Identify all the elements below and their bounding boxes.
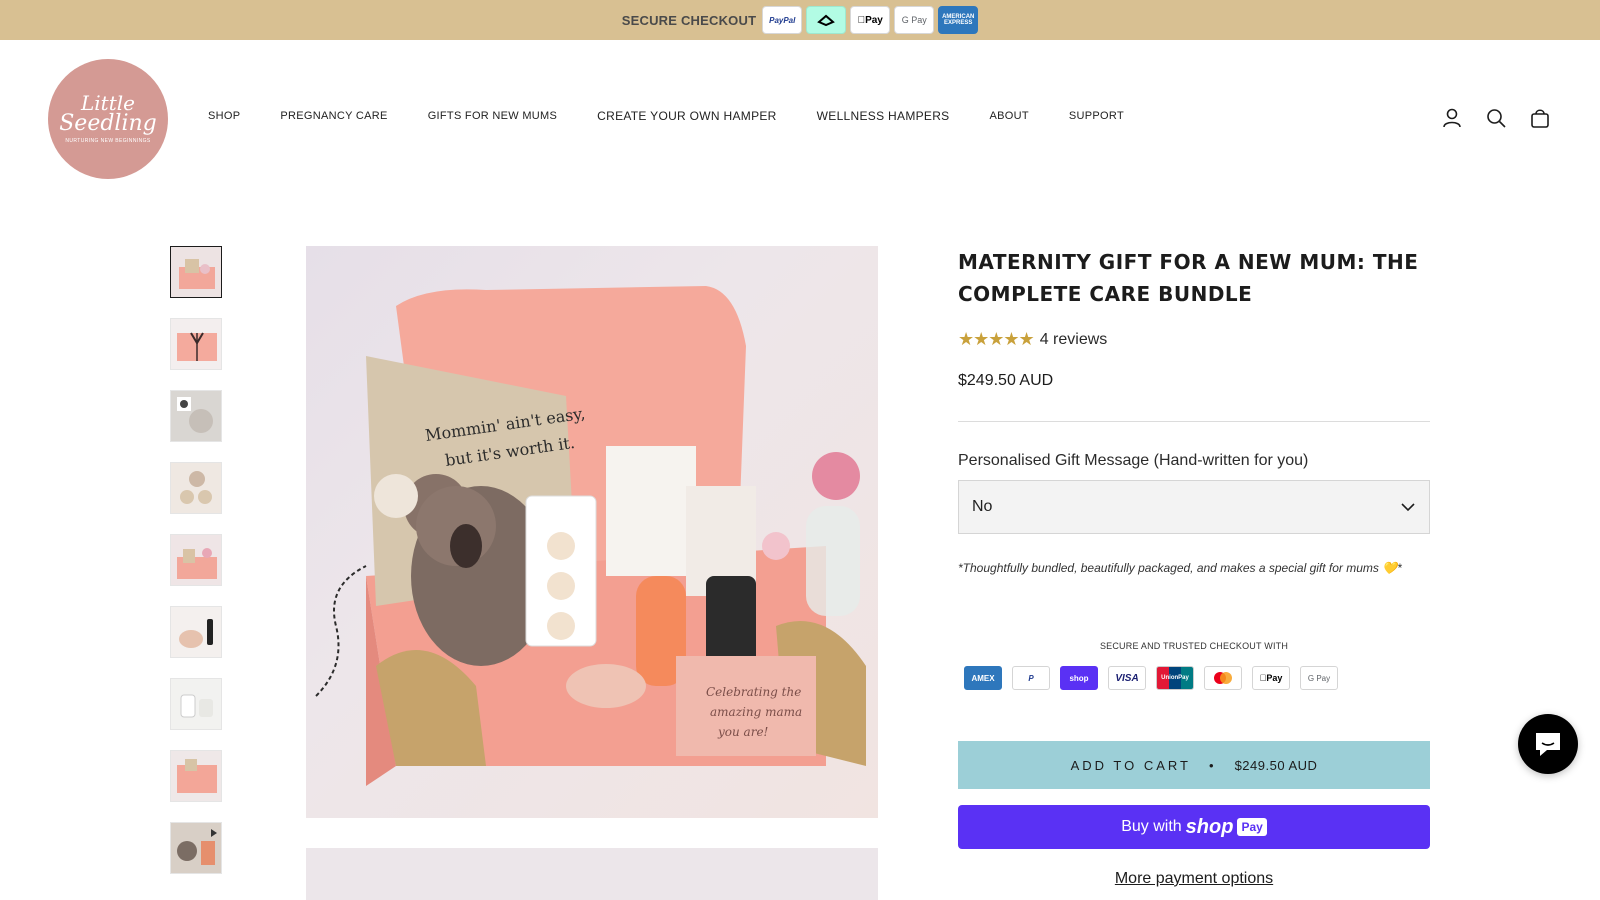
nav-item-pregnancy-care[interactable]: PREGNANCY CARE: [280, 110, 387, 122]
amex-icon: AMEX: [964, 666, 1002, 690]
shop-wordmark: shop: [1185, 815, 1234, 838]
add-to-cart-button[interactable]: ADD TO CART • $249.50 AUD: [958, 741, 1430, 789]
product-title: MATERNITY GIFT FOR A NEW MUM: THE COMPLE…: [958, 250, 1419, 306]
chat-widget-button[interactable]: [1518, 714, 1578, 774]
gift-message-value: No: [972, 498, 993, 515]
nav-item-wellness-hampers[interactable]: WELLNESS HAMPERS: [817, 109, 950, 123]
shop-pay-icon: shop: [1060, 666, 1098, 690]
add-to-cart-price: $249.50 AUD: [1234, 757, 1318, 773]
thumbnail-8[interactable]: [170, 750, 222, 802]
payment-icons: AMEX P shop VISA UnionPay Pay G Pay: [964, 666, 1338, 690]
apple-pay-badge: Pay: [850, 6, 891, 34]
apple-icon: : [858, 15, 866, 26]
product-second-image[interactable]: [306, 848, 878, 900]
afterpay-icon: [817, 14, 836, 27]
thumbnail-1[interactable]: [170, 246, 222, 298]
thumbnail-7[interactable]: [170, 678, 222, 730]
secure-checkout-label: SECURE CHECKOUT: [621, 12, 757, 28]
google-pay-badge: G Pay: [894, 6, 935, 34]
site-logo[interactable]: Little Seedling NURTURING NEW BEGINNINGS: [48, 59, 168, 179]
secure-checkout-bar: SECURE CHECKOUT PayPal Pay G Pay AMERIC…: [0, 0, 1600, 40]
nav-item-shop[interactable]: SHOP: [208, 110, 240, 122]
logo-tagline: NURTURING NEW BEGINNINGS: [65, 138, 151, 144]
add-to-cart-separator: •: [1209, 757, 1217, 773]
thumbnail-gallery: [170, 246, 226, 894]
nav-item-create-your-own-hamper[interactable]: CREATE YOUR OWN HAMPER: [597, 109, 777, 123]
apple-logo-icon: : [1260, 673, 1267, 683]
paypal-icon: P: [1012, 666, 1050, 690]
secure-checkout-title: SECURE AND TRUSTED CHECKOUT WITH: [1099, 641, 1289, 651]
cart-icon[interactable]: [1528, 106, 1552, 130]
account-icon[interactable]: [1440, 106, 1464, 130]
card-text-line3: you are!: [717, 725, 769, 739]
unionpay-icon: UnionPay: [1156, 666, 1194, 690]
pay-wordmark: Pay: [1237, 818, 1267, 836]
nav-item-gifts-for-new-mums[interactable]: GIFTS FOR NEW MUMS: [428, 110, 557, 122]
gift-message-label: Personalised Gift Message (Hand-written …: [958, 452, 1309, 469]
hamper-illustration: Mommin' ain't easy, but it's worth it. C…: [315, 286, 866, 786]
reviews-count[interactable]: 4 reviews: [1040, 331, 1108, 349]
thumbnail-5[interactable]: [170, 534, 222, 586]
visa-icon: VISA: [1108, 666, 1146, 690]
thumbnail-2[interactable]: [170, 318, 222, 370]
google-pay-icon: G Pay: [1300, 666, 1338, 690]
buy-with-label: Buy with: [1121, 818, 1182, 835]
mastercard-icon: [1204, 666, 1242, 690]
divider: [958, 421, 1430, 422]
more-payment-options-link[interactable]: More payment options: [958, 870, 1430, 888]
product-rating[interactable]: ★★★★★ 4 reviews: [958, 329, 1107, 350]
thumbnail-6[interactable]: [170, 606, 222, 658]
product-main-image[interactable]: Mommin' ain't easy, but it's worth it. C…: [306, 246, 878, 818]
thumbnail-9-video[interactable]: [170, 822, 222, 874]
product-note: *Thoughtfully bundled, beautifully packa…: [958, 561, 1402, 575]
card-text-line2: amazing mama: [710, 705, 802, 719]
nav-item-about[interactable]: ABOUT: [990, 110, 1029, 122]
card-text-line1: Celebrating the: [706, 685, 801, 699]
chat-icon: [1536, 733, 1560, 756]
paypal-badge: PayPal: [762, 6, 803, 34]
amex-badge: AMERICAN EXPRESS: [938, 6, 979, 34]
main-nav: SHOP PREGNANCY CARE GIFTS FOR NEW MUMS C…: [208, 109, 1124, 123]
nav-item-support[interactable]: SUPPORT: [1069, 110, 1124, 122]
buy-with-shop-pay-button[interactable]: Buy with shop Pay: [958, 805, 1430, 849]
afterpay-badge: [806, 6, 847, 34]
product-price: $249.50 AUD: [958, 372, 1054, 389]
logo-line2: Seedling: [59, 111, 157, 136]
add-to-cart-label: ADD TO CART: [1070, 757, 1191, 773]
gift-message-select[interactable]: No: [958, 480, 1430, 534]
apple-pay-icon: Pay: [1252, 666, 1290, 690]
thumbnail-4[interactable]: [170, 462, 222, 514]
header-actions: [1440, 106, 1552, 130]
search-icon[interactable]: [1484, 106, 1508, 130]
chevron-down-icon: [1401, 503, 1415, 512]
thumbnail-3[interactable]: [170, 390, 222, 442]
star-rating-icon: ★★★★★: [958, 329, 1035, 349]
